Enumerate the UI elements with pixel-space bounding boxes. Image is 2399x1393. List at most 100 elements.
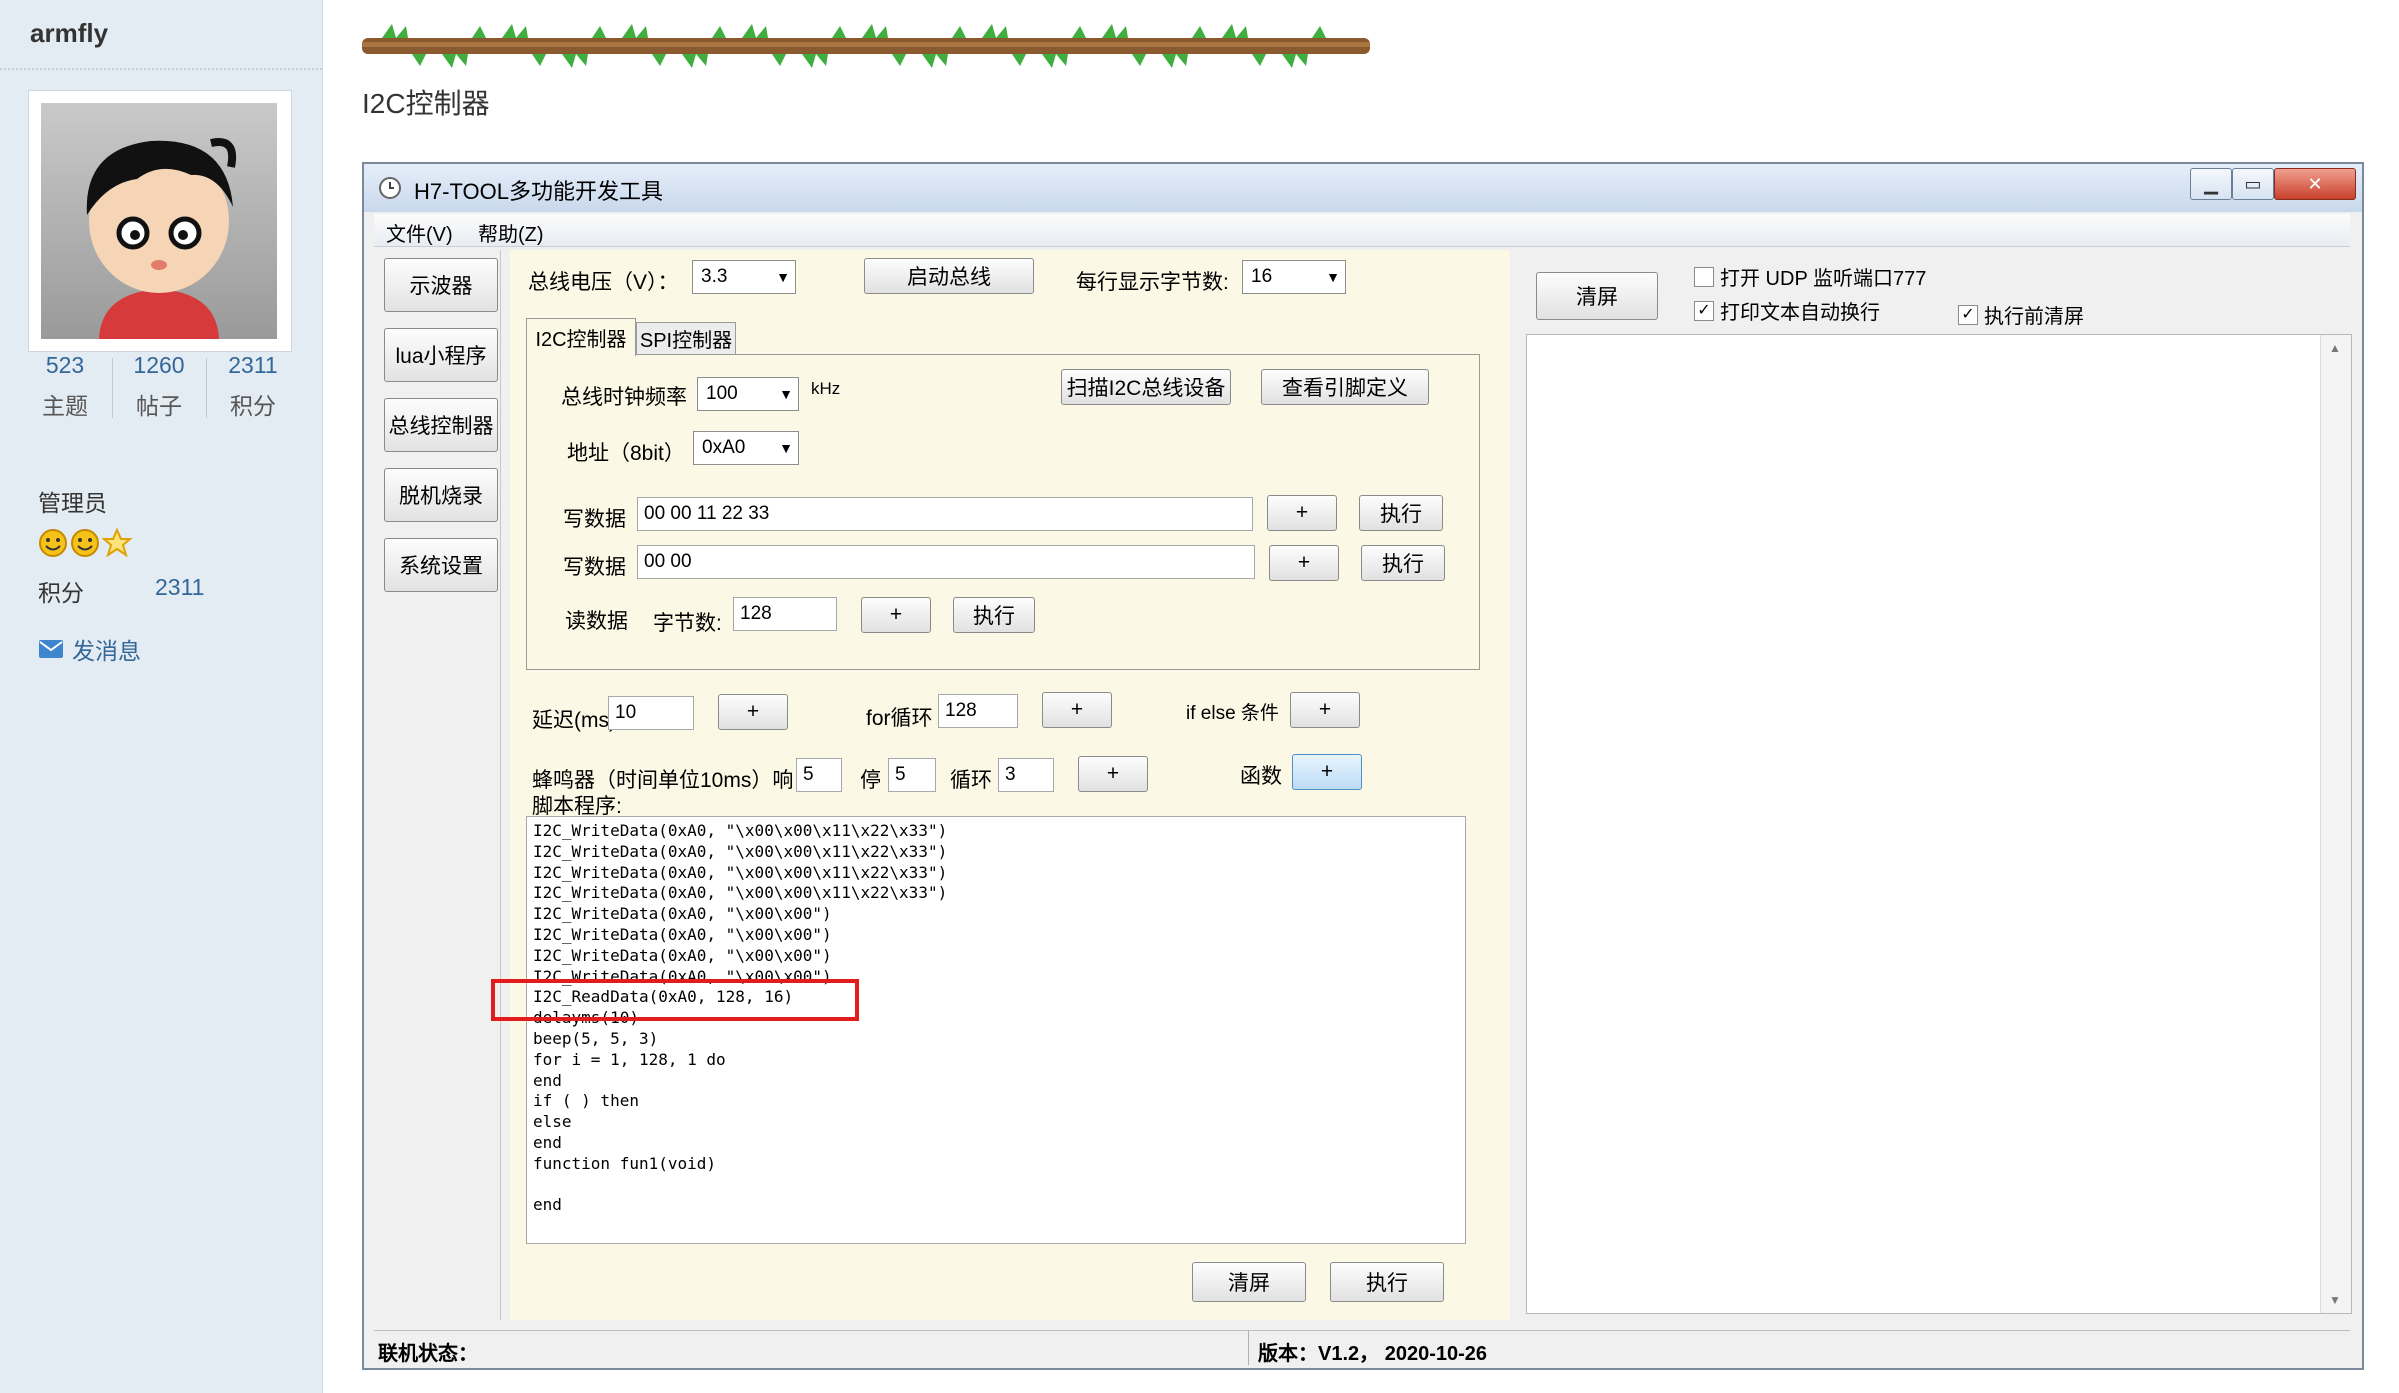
write-data-input-1[interactable]: 00 00 11 22 33 [637, 497, 1253, 531]
user-role: 管理员 [38, 490, 107, 516]
menu-file[interactable]: 文件(V) [386, 218, 453, 247]
read-exec-button[interactable]: 执行 [953, 597, 1035, 633]
write-add-button-2[interactable]: + [1269, 545, 1339, 581]
for-loop-input[interactable]: 128 [938, 694, 1018, 728]
beep-off-input[interactable]: 5 [888, 758, 936, 792]
stat-points-value[interactable]: 2311 [208, 352, 298, 379]
status-divider [1248, 1331, 1249, 1365]
beep-add-button[interactable]: + [1078, 756, 1148, 792]
scan-i2c-button[interactable]: 扫描I2C总线设备 [1061, 369, 1231, 405]
bytes-per-line-select[interactable]: 16 ▼ [1242, 260, 1346, 294]
tab-i2c-controller[interactable]: I2C控制器 [526, 318, 636, 356]
close-icon: ✕ [2307, 173, 2323, 194]
auto-wrap-checkbox[interactable]: ✓ 打印文本自动换行 [1694, 296, 1880, 325]
window-titlebar[interactable]: H7-TOOL多功能开发工具 ▁ ▭ ✕ [364, 164, 2362, 212]
points-label: 积分 [38, 580, 84, 606]
points-value: 2311 [155, 574, 205, 600]
write-exec-button-2[interactable]: 执行 [1361, 545, 1445, 581]
version-text: 版本：V1.2， 2020-10-26 [1258, 1343, 1488, 1365]
tab-spi-controller[interactable]: SPI控制器 [636, 322, 736, 354]
bus-voltage-label: 总线电压（V）： [528, 271, 679, 294]
clear-script-button[interactable]: 清屏 [1192, 1262, 1306, 1302]
bus-voltage-value: 3.3 [701, 266, 728, 287]
write-data-label-2: 写数据 [563, 556, 626, 579]
bytes-per-line-value: 16 [1251, 266, 1273, 287]
close-button[interactable]: ✕ [2274, 168, 2356, 200]
stat-divider [112, 358, 113, 418]
window-title: H7-TOOL多功能开发工具 [414, 179, 663, 204]
stat-threads-label: 主题 [42, 393, 88, 419]
nav-oscilloscope-button[interactable]: 示波器 [384, 258, 498, 312]
send-message-link[interactable]: 发消息 [38, 632, 141, 666]
maximize-button[interactable]: ▭ [2232, 168, 2274, 200]
menu-help[interactable]: 帮助(Z) [478, 218, 544, 247]
address-value: 0xA0 [702, 437, 746, 458]
forum-user-sidebar: armfly 523 主题 1260 帖子 2311 积分 管理员 积分 231… [0, 0, 323, 1393]
log-scrollbar[interactable]: ▲ ▼ [2320, 335, 2351, 1313]
beep-loop-label: 循环 [950, 769, 992, 792]
pin-definition-button[interactable]: 查看引脚定义 [1261, 369, 1429, 405]
beep-stop-label: 停 [860, 769, 881, 792]
checkbox-icon: ✓ [1958, 304, 1978, 325]
scroll-down-icon[interactable]: ▼ [2329, 1293, 2341, 1307]
dropdown-arrow-icon: ▼ [776, 269, 790, 285]
minimize-button[interactable]: ▁ [2190, 168, 2232, 200]
clear-before-run-checkbox[interactable]: ✓ 执行前清屏 [1958, 300, 2084, 329]
username[interactable]: armfly [30, 18, 108, 49]
i2c-tab-content: 总线时钟频率 100 ▼ kHz 扫描I2C总线设备 查看引脚定义 地址（8bi… [526, 354, 1480, 670]
dropdown-arrow-icon: ▼ [779, 440, 793, 456]
write-data-input-2[interactable]: 00 00 [637, 545, 1255, 579]
checkbox-icon [1694, 266, 1714, 287]
checkbox-icon: ✓ [1694, 300, 1714, 321]
medals [38, 528, 132, 558]
scroll-up-icon[interactable]: ▲ [2329, 341, 2341, 355]
clear-output-button[interactable]: 清屏 [1536, 272, 1658, 320]
stat-posts-label: 帖子 [136, 393, 182, 419]
address-select[interactable]: 0xA0 ▼ [693, 431, 799, 465]
clock-freq-select[interactable]: 100 ▼ [697, 377, 799, 411]
read-data-label: 读数据 [565, 610, 628, 633]
delay-add-button[interactable]: + [718, 694, 788, 730]
ifelse-add-button[interactable]: + [1290, 692, 1360, 728]
nav-bus-controller-button[interactable]: 总线控制器 [384, 398, 498, 452]
for-loop-add-button[interactable]: + [1042, 692, 1112, 728]
delay-label: 延迟(ms) [532, 709, 616, 732]
start-bus-button[interactable]: 启动总线 [864, 258, 1034, 294]
byte-count-input[interactable]: 128 [733, 597, 837, 631]
menu-bar: 文件(V) 帮助(Z) [374, 214, 2350, 247]
app-window: H7-TOOL多功能开发工具 ▁ ▭ ✕ 文件(V) 帮助(Z) 示波器 lua… [362, 162, 2364, 1370]
clear-before-run-label: 执行前清屏 [1984, 306, 2084, 328]
script-editor[interactable]: I2C_WriteData(0xA0, "\x00\x00\x11\x22\x3… [491, 816, 1466, 1244]
bus-controller-panel: 总线电压（V）： 3.3 ▼ 启动总线 每行显示字节数: 16 ▼ I2C控制器… [491, 250, 1510, 1320]
highlight-box [491, 979, 859, 1021]
byte-count-label: 字节数: [653, 612, 722, 635]
write-add-button-1[interactable]: + [1267, 495, 1337, 531]
dropdown-arrow-icon: ▼ [1326, 269, 1340, 285]
bus-voltage-select[interactable]: 3.3 ▼ [692, 260, 796, 294]
divider [0, 68, 322, 70]
read-add-button[interactable]: + [861, 597, 931, 633]
minimize-icon: ▁ [2204, 173, 2218, 194]
delay-input[interactable]: 10 [608, 696, 694, 730]
nav-lua-button[interactable]: lua小程序 [384, 328, 498, 382]
mail-icon [39, 640, 63, 658]
for-loop-label: for循环 [866, 707, 933, 730]
stat-posts-value[interactable]: 1260 [114, 352, 204, 379]
udp-listen-checkbox[interactable]: 打开 UDP 监听端口777 [1694, 262, 1926, 291]
clock-icon [379, 177, 401, 199]
function-add-button[interactable]: + [1292, 754, 1362, 790]
write-exec-button-1[interactable]: 执行 [1359, 495, 1443, 531]
output-log[interactable]: ▲ ▼ [1526, 334, 2352, 1314]
avatar[interactable] [28, 90, 292, 352]
function-label: 函数 [1240, 765, 1282, 788]
nav-settings-button[interactable]: 系统设置 [384, 538, 498, 592]
smiley-medal-icon [39, 529, 67, 557]
beep-loop-input[interactable]: 3 [998, 758, 1054, 792]
beep-on-input[interactable]: 5 [796, 758, 842, 792]
ifelse-label: if else 条件 [1186, 703, 1279, 724]
stat-threads-value[interactable]: 523 [20, 352, 110, 379]
nav-offline-flash-button[interactable]: 脱机烧录 [384, 468, 498, 522]
run-script-button[interactable]: 执行 [1330, 1262, 1444, 1302]
post-title: I2C控制器 [362, 88, 490, 119]
auto-wrap-label: 打印文本自动换行 [1720, 302, 1880, 324]
